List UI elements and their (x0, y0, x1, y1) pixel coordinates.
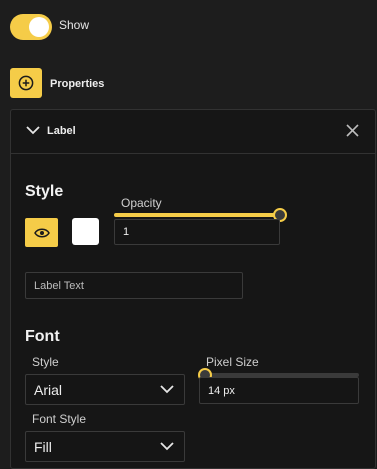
font-style-select[interactable]: Arial (25, 374, 185, 405)
visibility-button[interactable] (25, 218, 58, 247)
add-properties-button[interactable] (10, 68, 42, 98)
chevron-down-icon (160, 384, 174, 393)
properties-label: Properties (50, 78, 105, 90)
eye-icon (33, 228, 50, 237)
show-toggle[interactable] (10, 14, 52, 40)
close-icon[interactable] (346, 124, 359, 137)
plus-circle-icon (18, 75, 34, 91)
chevron-down-icon[interactable] (26, 125, 40, 135)
font-select-value: Arial (34, 381, 63, 398)
color-swatch[interactable] (72, 218, 99, 245)
toggle-knob (29, 17, 49, 37)
show-label: Show (59, 18, 90, 32)
label-text-input[interactable]: Label Text (25, 272, 243, 299)
panel-title: Label (47, 125, 76, 137)
pixel-size-input[interactable]: 14 px (199, 377, 359, 404)
chevron-down-icon (160, 441, 174, 450)
style-label: Style (32, 355, 59, 369)
opacity-label: Opacity (121, 196, 162, 210)
opacity-input[interactable]: 1 (114, 219, 280, 245)
font-fill-value: Fill (34, 438, 52, 455)
font-style-label: Font Style (32, 412, 87, 426)
pixel-size-label: Pixel Size (206, 355, 259, 369)
style-heading: Style (25, 183, 64, 200)
opacity-slider-track[interactable] (114, 213, 280, 217)
font-fill-select[interactable]: Fill (25, 431, 185, 462)
font-heading: Font (25, 328, 60, 345)
